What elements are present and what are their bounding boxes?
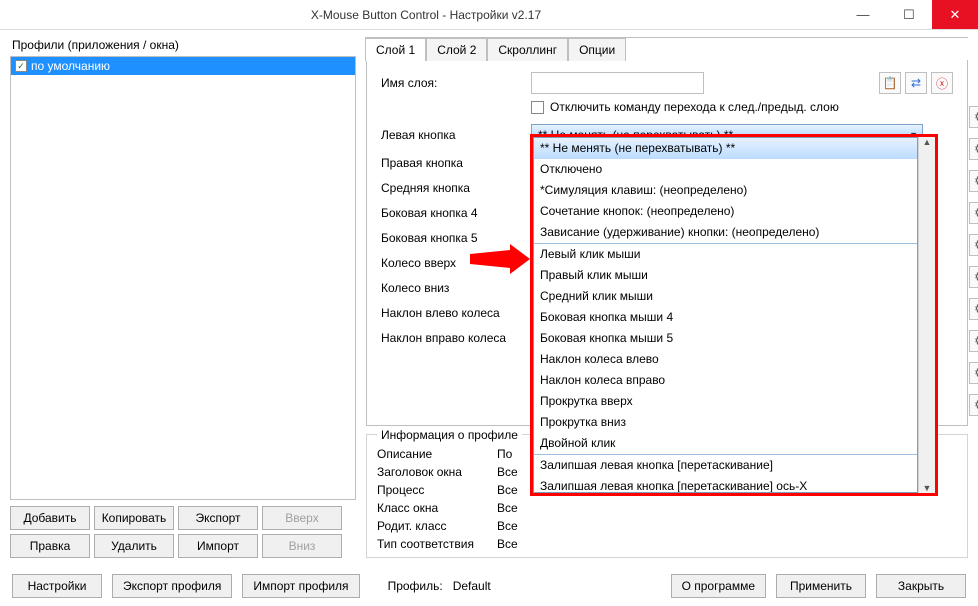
gear-icon[interactable]: ⚙ xyxy=(969,298,978,320)
copy-button[interactable]: Копировать xyxy=(94,506,174,530)
tab-layer2[interactable]: Слой 2 xyxy=(426,38,487,61)
gear-icon[interactable]: ⚙ xyxy=(969,362,978,384)
delete-button[interactable]: Удалить xyxy=(94,534,174,558)
export-profile-button[interactable]: Экспорт профиля xyxy=(112,574,232,598)
disable-cycle-label: Отключить команду перехода к след./преды… xyxy=(550,100,839,114)
dropdown-item[interactable]: *Симуляция клавиш: (неопределено) xyxy=(534,180,917,201)
left-button-label: Левая кнопка xyxy=(381,128,531,142)
tab-options[interactable]: Опции xyxy=(568,38,626,61)
maximize-button[interactable]: ☐ xyxy=(886,0,932,29)
dropdown-item[interactable]: Прокрутка вниз xyxy=(534,412,917,433)
import-profile-button[interactable]: Импорт профиля xyxy=(242,574,359,598)
add-button[interactable]: Добавить xyxy=(10,506,90,530)
gear-icon[interactable]: ⚙ xyxy=(969,170,978,192)
profile-item-default[interactable]: ✓ по умолчанию xyxy=(11,57,355,75)
gear-icon[interactable]: ⚙ xyxy=(969,234,978,256)
dropdown-item[interactable]: Зависание (удерживание) кнопки: (неопред… xyxy=(534,222,917,243)
dropdown-item[interactable]: Отключено xyxy=(534,159,917,180)
dropdown-item[interactable]: Залипшая левая кнопка [перетаскивание] о… xyxy=(534,476,917,493)
profile-info-title: Информация о профиле xyxy=(377,428,522,442)
dropdown-item[interactable]: Правый клик мыши xyxy=(534,265,917,286)
settings-button[interactable]: Настройки xyxy=(12,574,102,598)
gear-icon[interactable]: ⚙ xyxy=(969,138,978,160)
dropdown-item[interactable]: Средний клик мыши xyxy=(534,286,917,307)
gear-icon[interactable]: ⚙ xyxy=(969,394,978,416)
dropdown-item[interactable]: ** Не менять (не перехватывать) ** xyxy=(534,138,917,159)
gear-icon[interactable]: ⚙ xyxy=(969,266,978,288)
apply-button[interactable]: Применить xyxy=(776,574,866,598)
profile-label: Профиль: xyxy=(388,579,443,593)
annotation-arrow-icon xyxy=(470,244,530,274)
copy-layer-icon[interactable]: 📋 xyxy=(879,72,901,94)
tab-layer1[interactable]: Слой 1 xyxy=(365,38,426,61)
close-btn[interactable]: Закрыть xyxy=(876,574,966,598)
layer-name-input[interactable] xyxy=(531,72,704,94)
edit-button[interactable]: Правка xyxy=(10,534,90,558)
dropdown-item[interactable]: Боковая кнопка мыши 4 xyxy=(534,307,917,328)
up-button: Вверх xyxy=(262,506,342,530)
checkbox-icon[interactable]: ✓ xyxy=(15,60,27,72)
profile-value: Default xyxy=(453,579,491,593)
scrollbar[interactable]: ▲ ▼ xyxy=(918,137,935,493)
dropdown-item[interactable]: Боковая кнопка мыши 5 xyxy=(534,328,917,349)
clear-layer-icon[interactable]: ⓧ xyxy=(931,72,953,94)
dropdown-item[interactable]: Двойной клик xyxy=(534,433,917,454)
scroll-up-icon[interactable]: ▲ xyxy=(923,137,932,147)
gear-icon[interactable]: ⚙ xyxy=(969,202,978,224)
disable-cycle-checkbox[interactable] xyxy=(531,101,544,114)
profile-name: по умолчанию xyxy=(31,59,110,73)
layer-name-label: Имя слоя: xyxy=(381,76,531,90)
dropdown-item[interactable]: Левый клик мыши xyxy=(534,244,917,265)
tab-scrolling[interactable]: Скроллинг xyxy=(487,38,568,61)
dropdown-item[interactable]: Залипшая левая кнопка [перетаскивание] xyxy=(534,455,917,476)
gear-icon[interactable]: ⚙ xyxy=(969,106,978,128)
window-title: X-Mouse Button Control - Настройки v2.17 xyxy=(12,8,840,22)
dropdown-item[interactable]: Наклон колеса вправо xyxy=(534,370,917,391)
about-button[interactable]: О программе xyxy=(671,574,766,598)
scroll-down-icon[interactable]: ▼ xyxy=(923,483,932,493)
swap-layers-icon[interactable]: ⇄ xyxy=(905,72,927,94)
profiles-label: Профили (приложения / окна) xyxy=(12,38,356,52)
dropdown-item[interactable]: Прокрутка вверх xyxy=(534,391,917,412)
down-button: Вниз xyxy=(262,534,342,558)
export-button[interactable]: Экспорт xyxy=(178,506,258,530)
close-button[interactable]: ✕ xyxy=(932,0,978,29)
action-dropdown-list[interactable]: ** Не менять (не перехватывать) ** Отклю… xyxy=(530,134,938,496)
title-bar: X-Mouse Button Control - Настройки v2.17… xyxy=(0,0,978,30)
profile-list[interactable]: ✓ по умолчанию xyxy=(10,56,356,500)
import-button[interactable]: Импорт xyxy=(178,534,258,558)
minimize-button[interactable]: — xyxy=(840,0,886,29)
bottom-bar: Настройки Экспорт профиля Импорт профиля… xyxy=(0,574,978,598)
dropdown-item[interactable]: Наклон колеса влево xyxy=(534,349,917,370)
gear-icon[interactable]: ⚙ xyxy=(969,330,978,352)
dropdown-item[interactable]: Сочетание кнопок: (неопределено) xyxy=(534,201,917,222)
